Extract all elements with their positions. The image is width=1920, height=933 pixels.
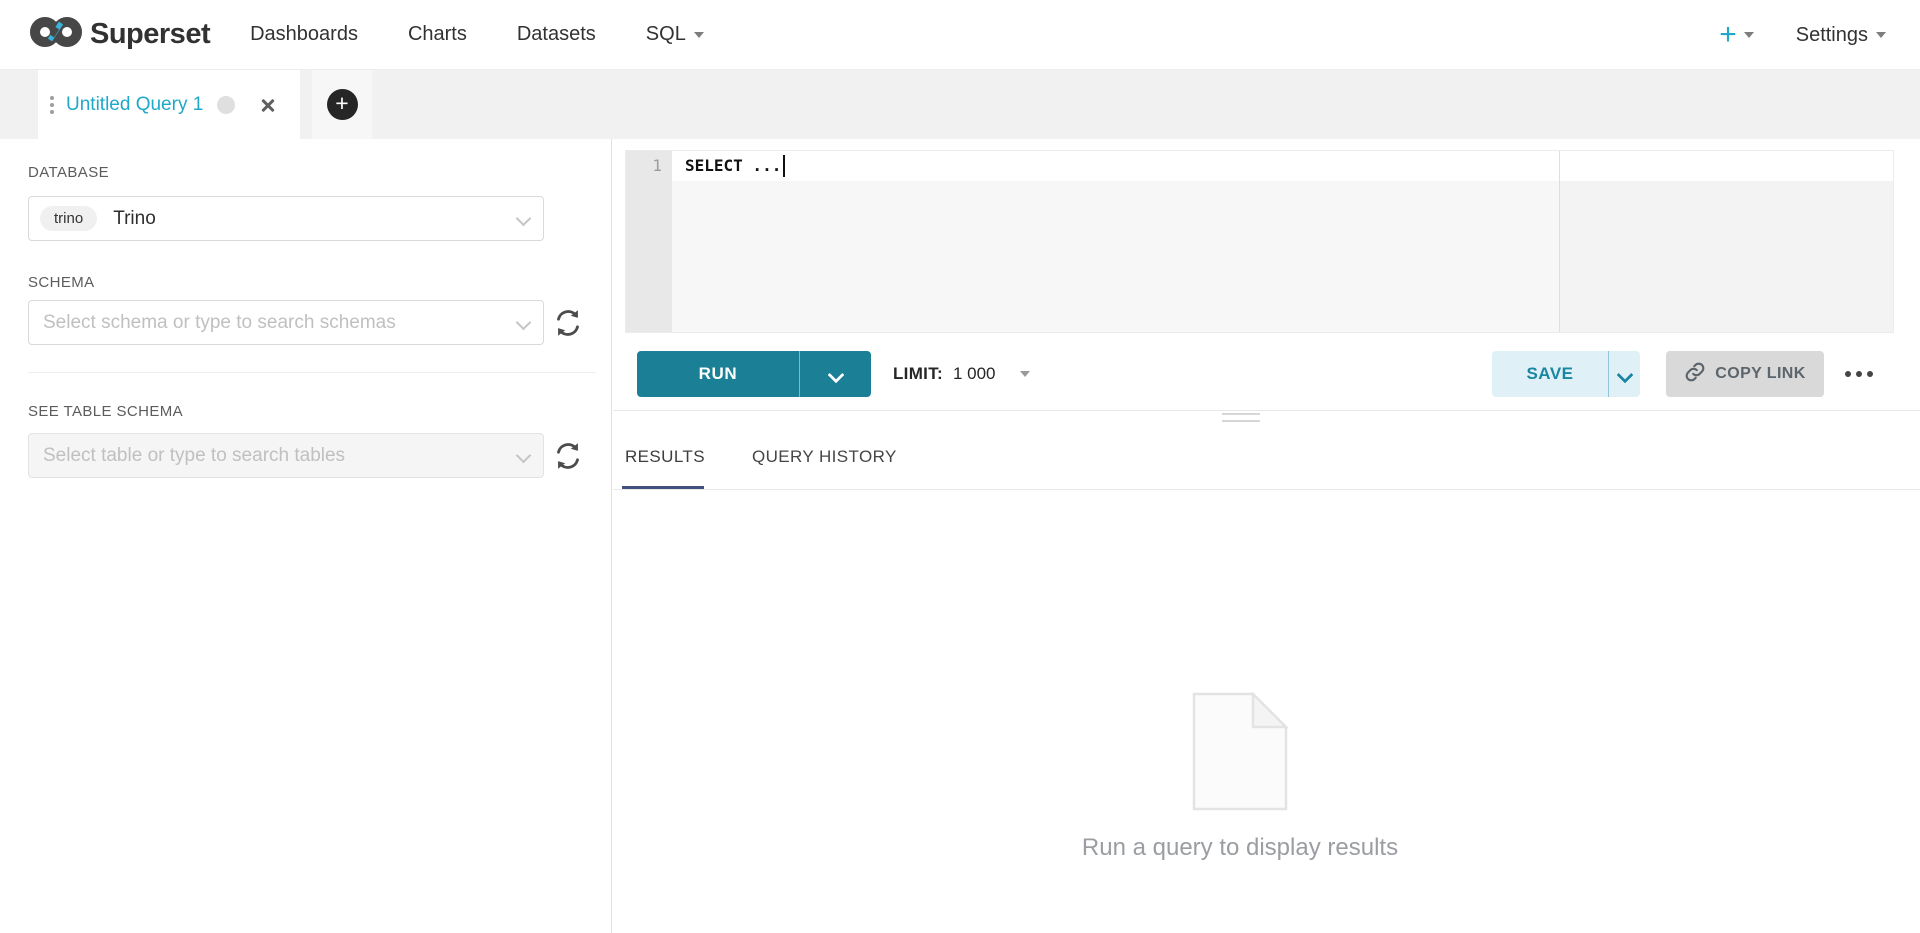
chevron-down-icon [1744, 32, 1754, 38]
database-value: Trino [113, 208, 156, 230]
settings-label: Settings [1796, 24, 1868, 47]
new-item-button[interactable]: + [1719, 20, 1754, 50]
results-tabs-divider [613, 489, 1920, 490]
save-label[interactable]: SAVE [1492, 351, 1609, 397]
table-placeholder: Select table or type to search tables [43, 445, 345, 467]
refresh-tables-icon[interactable] [551, 439, 585, 473]
schema-label: SCHEMA [28, 274, 95, 291]
tab-query-history[interactable]: QUERY HISTORY [752, 447, 897, 467]
table-select[interactable]: Select table or type to search tables [28, 433, 544, 478]
database-type-badge: trino [40, 206, 97, 231]
chevron-down-icon [829, 368, 842, 381]
run-options-button[interactable] [800, 351, 871, 397]
datasource-panel: DATABASE trino Trino SCHEMA Select schem… [0, 139, 612, 933]
sql-lab-screen: Superset Dashboards Charts Datasets SQL … [0, 0, 1920, 933]
main-nav: Dashboards Charts Datasets SQL [250, 23, 704, 46]
sql-code-text: SELECT ... [685, 151, 781, 181]
close-tab-icon[interactable] [259, 96, 277, 114]
settings-menu[interactable]: Settings [1796, 24, 1886, 47]
run-button[interactable]: RUN [637, 351, 871, 397]
nav-sql[interactable]: SQL [646, 23, 704, 46]
copy-link-button[interactable]: COPY LINK [1666, 351, 1824, 397]
panel-divider [28, 372, 596, 373]
chevron-down-icon [1618, 368, 1631, 381]
table-schema-label: SEE TABLE SCHEMA [28, 403, 183, 420]
empty-results-message: Run a query to display results [940, 834, 1540, 862]
tab-results[interactable]: RESULTS [625, 447, 705, 467]
nav-dashboards[interactable]: Dashboards [250, 23, 358, 46]
nav-datasets[interactable]: Datasets [517, 23, 596, 46]
superset-logo[interactable]: Superset [30, 14, 210, 55]
chevron-down-icon [518, 317, 529, 328]
app-header: Superset Dashboards Charts Datasets SQL … [0, 0, 1920, 70]
superset-logo-icon [30, 14, 82, 55]
chevron-down-icon [1876, 32, 1886, 38]
chevron-down-icon [518, 213, 529, 224]
editor-print-margin [1559, 151, 1560, 332]
more-actions-icon[interactable] [1845, 368, 1885, 380]
editor-gutter: 1 [626, 151, 672, 332]
editor-active-line [672, 151, 1893, 181]
chevron-down-icon [694, 32, 704, 38]
tab-title: Untitled Query 1 [66, 94, 203, 116]
nav-charts[interactable]: Charts [408, 23, 467, 46]
sql-code-line[interactable]: SELECT ... [685, 151, 785, 181]
schema-select[interactable]: Select schema or type to search schemas [28, 300, 544, 345]
caret-down-icon [1020, 371, 1030, 377]
tab-menu-icon[interactable] [50, 96, 54, 114]
query-status-dot [217, 96, 235, 114]
brand-name: Superset [90, 18, 210, 51]
plus-icon: + [1719, 20, 1737, 50]
plus-circle-icon: + [327, 89, 358, 120]
empty-document-icon [1192, 692, 1288, 816]
schema-placeholder: Select schema or type to search schemas [43, 312, 396, 334]
refresh-schemas-icon[interactable] [551, 306, 585, 340]
save-options-button[interactable] [1609, 351, 1640, 397]
add-tab-button[interactable]: + [312, 70, 372, 139]
toolbar-divider [613, 410, 1920, 411]
sql-editor[interactable]: 1 SELECT ... [625, 150, 1894, 333]
limit-label: LIMIT: [893, 364, 943, 384]
tab-untitled-query-1[interactable]: Untitled Query 1 [38, 70, 300, 139]
database-select[interactable]: trino Trino [28, 196, 544, 241]
limit-dropdown[interactable]: LIMIT: 1 000 [893, 351, 1030, 397]
copy-link-label: COPY LINK [1715, 365, 1805, 383]
pane-resize-handle[interactable] [1222, 413, 1260, 425]
limit-value: 1 000 [953, 364, 996, 384]
text-cursor [783, 155, 785, 177]
run-label[interactable]: RUN [637, 351, 800, 397]
line-number: 1 [652, 151, 662, 181]
link-icon [1684, 361, 1706, 388]
chevron-down-icon [518, 450, 529, 461]
query-tabbar: Untitled Query 1 + [0, 70, 1920, 139]
header-right: + Settings [1719, 0, 1886, 70]
save-button[interactable]: SAVE [1492, 351, 1640, 397]
database-label: DATABASE [28, 164, 109, 181]
